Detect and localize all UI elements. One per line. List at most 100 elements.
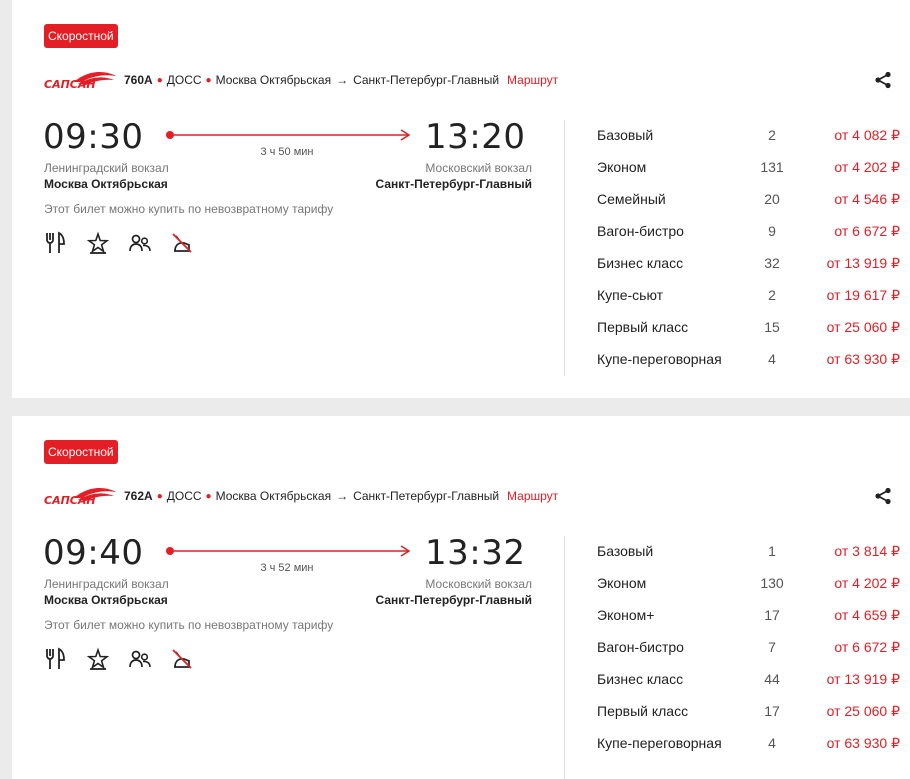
route-link[interactable]: Маршрут bbox=[507, 489, 558, 503]
seat-count: 131 bbox=[760, 159, 784, 175]
class-price: от 4 202 ₽ bbox=[834, 159, 900, 175]
class-price: от 4 659 ₽ bbox=[834, 607, 900, 623]
seat-count: 4 bbox=[768, 351, 776, 367]
class-row[interactable]: Эконом 131 от 4 202 ₽ bbox=[597, 152, 902, 184]
class-list: Базовый 2 от 4 082 ₽ Эконом 131 от 4 202 ₽ С… bbox=[597, 120, 902, 376]
class-row[interactable]: Бизнес класс 32 от 13 919 ₽ bbox=[597, 248, 902, 280]
seat-count: 15 bbox=[764, 319, 780, 335]
class-price: от 6 672 ₽ bbox=[834, 639, 900, 655]
class-row[interactable]: Базовый 2 от 4 082 ₽ bbox=[597, 120, 902, 152]
class-price: от 25 060 ₽ bbox=[826, 319, 900, 335]
train-card: Скоростной САПСАН 762А ● ДОСС ● Москва О… bbox=[12, 416, 910, 779]
class-price: от 4 082 ₽ bbox=[834, 127, 900, 143]
carrier: ДОСС bbox=[166, 489, 202, 503]
separator-dot: ● bbox=[156, 74, 163, 86]
seat-count: 130 bbox=[760, 575, 784, 591]
departure-time: 09:40 bbox=[43, 533, 144, 573]
seat-count: 2 bbox=[768, 127, 776, 143]
share-icon[interactable] bbox=[874, 487, 892, 505]
tariff-note: Этот билет можно купить по невозвратному… bbox=[44, 202, 334, 216]
tariff-note: Этот билет можно купить по невозвратному… bbox=[44, 618, 334, 632]
divider bbox=[564, 536, 565, 779]
class-row[interactable]: Эконом 130 от 4 202 ₽ bbox=[597, 568, 902, 600]
arrival-station: Московский вокзал bbox=[425, 161, 532, 175]
route-from: Москва Октябрьская bbox=[215, 73, 332, 87]
seat-count: 9 bbox=[768, 223, 776, 239]
class-row[interactable]: Бизнес класс 44 от 13 919 ₽ bbox=[597, 664, 902, 696]
departure-station: Ленинградский вокзал bbox=[44, 161, 169, 175]
carrier: ДОСС bbox=[166, 73, 202, 87]
svg-text:САПСАН: САПСАН bbox=[44, 78, 96, 91]
restaurant-icon bbox=[46, 231, 65, 253]
star-icon bbox=[86, 231, 110, 254]
class-row[interactable]: Семейный 20 от 4 546 ₽ bbox=[597, 184, 902, 216]
seat-count: 20 bbox=[764, 191, 780, 207]
class-name: Купе-сьют bbox=[597, 287, 664, 303]
class-price: от 6 672 ₽ bbox=[834, 223, 900, 239]
speed-badge: Скоростной bbox=[44, 440, 118, 464]
amenities bbox=[44, 647, 194, 671]
class-name: Вагон-бистро bbox=[597, 639, 684, 655]
class-name: Вагон-бистро bbox=[597, 223, 684, 239]
no-pets-icon bbox=[172, 233, 192, 253]
no-pets-icon bbox=[172, 649, 192, 669]
route-to: Санкт-Петербург-Главный bbox=[353, 489, 500, 503]
sapsan-logo: САПСАН bbox=[44, 488, 116, 507]
class-name: Первый класс bbox=[597, 703, 689, 719]
separator-dot: ● bbox=[205, 490, 212, 502]
train-number: 760А bbox=[124, 73, 153, 87]
class-name: Эконом+ bbox=[597, 607, 655, 623]
class-name: Базовый bbox=[597, 543, 654, 559]
seat-count: 1 bbox=[768, 543, 776, 559]
arrival-station: Московский вокзал bbox=[425, 577, 532, 591]
train-route-line: САПСАН 762А ● ДОСС ● Москва Октябрьская … bbox=[44, 484, 558, 508]
class-price: от 63 930 ₽ bbox=[826, 351, 900, 367]
class-name: Эконом bbox=[597, 159, 647, 175]
class-price: от 3 814 ₽ bbox=[834, 543, 900, 559]
departure-city: Москва Октябрьская bbox=[44, 177, 168, 191]
class-row[interactable]: Первый класс 17 от 25 060 ₽ bbox=[597, 696, 902, 728]
star-icon bbox=[86, 647, 110, 670]
class-row[interactable]: Купе-сьют 2 от 19 617 ₽ bbox=[597, 280, 902, 312]
class-row[interactable]: Эконом+ 17 от 4 659 ₽ bbox=[597, 600, 902, 632]
arrival-time: 13:32 bbox=[425, 533, 526, 573]
class-row[interactable]: Купе-переговорная 4 от 63 930 ₽ bbox=[597, 344, 902, 376]
route-link[interactable]: Маршрут bbox=[507, 73, 558, 87]
seat-count: 4 bbox=[768, 735, 776, 751]
arrival-time: 13:20 bbox=[425, 117, 526, 157]
arrival-city: Санкт-Петербург-Главный bbox=[375, 593, 532, 607]
seat-count: 17 bbox=[764, 607, 780, 623]
seat-count: 17 bbox=[764, 703, 780, 719]
train-number: 762А bbox=[124, 489, 153, 503]
class-price: от 13 919 ₽ bbox=[826, 671, 900, 687]
train-card: Скоростной САПСАН 760А ● ДОСС ● Москва О… bbox=[12, 0, 910, 398]
sapsan-logo: САПСАН bbox=[44, 72, 116, 91]
departure-station: Ленинградский вокзал bbox=[44, 577, 169, 591]
departure-city: Москва Октябрьская bbox=[44, 593, 168, 607]
people-icon bbox=[129, 650, 151, 668]
people-icon bbox=[129, 234, 151, 252]
class-price: от 63 930 ₽ bbox=[826, 735, 900, 751]
class-name: Купе-переговорная bbox=[597, 735, 722, 751]
divider bbox=[564, 120, 565, 376]
class-name: Семейный bbox=[597, 191, 666, 207]
duration: 3 ч 52 мин bbox=[260, 562, 314, 574]
seat-count: 7 bbox=[768, 639, 776, 655]
separator-dot: ● bbox=[205, 74, 212, 86]
seat-count: 44 bbox=[764, 671, 780, 687]
journey-arrow bbox=[166, 545, 411, 557]
class-name: Первый класс bbox=[597, 319, 689, 335]
class-row[interactable]: Вагон-бистро 7 от 6 672 ₽ bbox=[597, 632, 902, 664]
class-row[interactable]: Первый класс 15 от 25 060 ₽ bbox=[597, 312, 902, 344]
amenities bbox=[44, 231, 194, 255]
class-row[interactable]: Вагон-бистро 9 от 6 672 ₽ bbox=[597, 216, 902, 248]
restaurant-icon bbox=[46, 647, 65, 669]
class-price: от 4 202 ₽ bbox=[834, 575, 900, 591]
separator-dot: ● bbox=[156, 490, 163, 502]
share-icon[interactable] bbox=[874, 71, 892, 89]
class-list: Базовый 1 от 3 814 ₽ Эконом 130 от 4 202 ₽ Э… bbox=[597, 536, 902, 760]
speed-badge: Скоростной bbox=[44, 24, 118, 48]
class-row[interactable]: Базовый 1 от 3 814 ₽ bbox=[597, 536, 902, 568]
train-route-line: САПСАН 760А ● ДОСС ● Москва Октябрьская … bbox=[44, 68, 558, 92]
class-row[interactable]: Купе-переговорная 4 от 63 930 ₽ bbox=[597, 728, 902, 760]
